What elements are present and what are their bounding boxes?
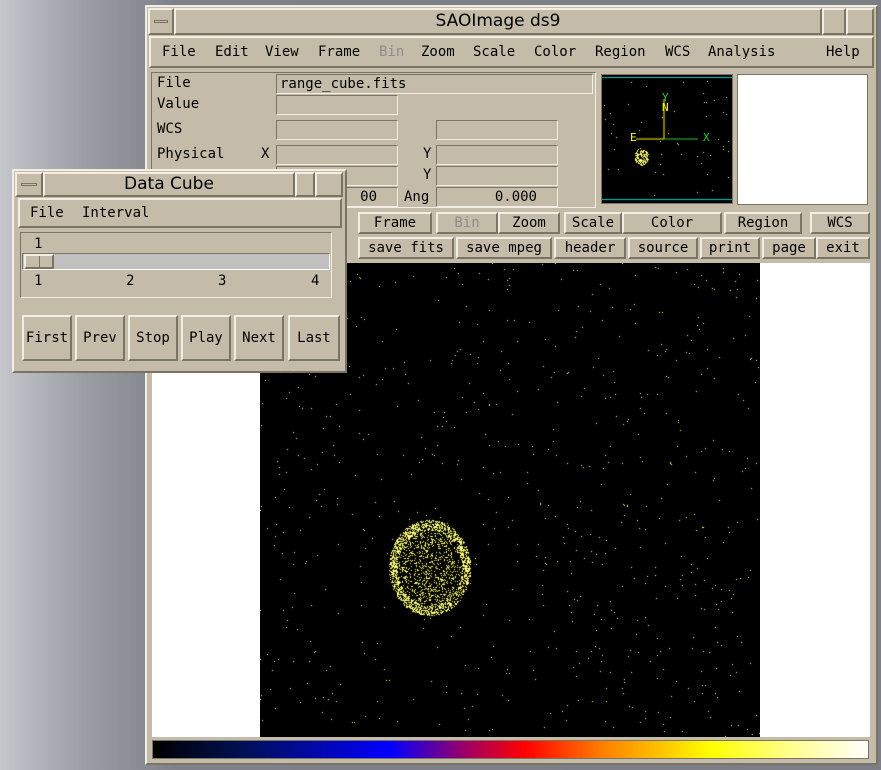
menu-analysis[interactable]: Analysis (708, 44, 775, 60)
button-region[interactable]: Region (724, 212, 802, 234)
menu-color[interactable]: Color (534, 44, 576, 60)
button-zoom[interactable]: Zoom (498, 212, 560, 234)
maximize-button[interactable] (846, 8, 874, 35)
menu-scale[interactable]: Scale (473, 44, 515, 60)
slider-tick: 2 (126, 273, 135, 289)
cube-title: Data Cube (43, 172, 295, 197)
cube-menu-interval[interactable]: Interval (82, 205, 149, 221)
button-wcs[interactable]: WCS (810, 212, 870, 234)
slider-track[interactable] (22, 253, 330, 270)
menu-help[interactable]: Help (826, 44, 860, 60)
slider-tick: 1 (34, 273, 43, 289)
cube-stop-button[interactable]: Stop (128, 315, 178, 361)
button-scale[interactable]: Scale (564, 212, 622, 234)
menu-bar: File Edit View Frame Bin Zoom Scale Colo… (149, 36, 874, 68)
slider-handle[interactable] (24, 254, 54, 269)
window-title: SAOImage ds9 (174, 8, 822, 35)
cube-prev-button[interactable]: Prev (75, 315, 125, 361)
button-header[interactable]: header (554, 237, 626, 259)
cube-menu-bar: File Interval (18, 198, 342, 228)
menu-zoom[interactable]: Zoom (421, 44, 455, 60)
wcs-y-field (436, 120, 558, 140)
menu-bin: Bin (379, 44, 405, 60)
wcs-label: WCS (157, 121, 183, 137)
value-label: Value (157, 96, 200, 112)
panner[interactable]: Y N E X (601, 74, 733, 204)
physical-x-label: X (261, 146, 270, 162)
cube-first-button[interactable]: First (22, 315, 72, 361)
menu-region[interactable]: Region (595, 44, 646, 60)
file-label: File (157, 75, 191, 91)
compass-n: N (662, 101, 669, 114)
image-y-label: Y (423, 167, 432, 183)
button-frame[interactable]: Frame (358, 212, 432, 234)
physical-y-field (436, 145, 558, 165)
button-print[interactable]: print (700, 237, 760, 259)
compass-e: E (630, 131, 637, 144)
menu-frame[interactable]: Frame (318, 44, 360, 60)
cube-menu-file[interactable]: File (30, 205, 64, 221)
magnifier (737, 74, 868, 205)
button-save-mpeg[interactable]: save mpeg (456, 237, 552, 259)
menu-edit[interactable]: Edit (215, 44, 249, 60)
menu-view[interactable]: View (265, 44, 299, 60)
button-source[interactable]: source (628, 237, 698, 259)
iconify-button[interactable] (822, 8, 846, 35)
wcs-x-field (276, 120, 398, 140)
file-field: range_cube.fits (276, 74, 593, 94)
cube-last-button[interactable]: Last (288, 315, 340, 361)
cube-iconify-button[interactable] (295, 172, 315, 197)
value-field (276, 95, 398, 115)
image-y-field (436, 166, 558, 186)
cube-maximize-button[interactable] (315, 172, 343, 197)
slider-tick: 4 (311, 273, 320, 289)
angle-label: Ang (404, 189, 430, 205)
menu-wcs[interactable]: WCS (665, 44, 690, 60)
cube-play-button[interactable]: Play (181, 315, 231, 361)
compass-x: X (703, 131, 710, 144)
button-color[interactable]: Color (622, 212, 722, 234)
colorbar[interactable] (152, 740, 869, 759)
button-exit[interactable]: exit (816, 237, 870, 259)
physical-label: Physical (157, 146, 225, 162)
slider-value: 1 (34, 236, 43, 252)
button-page[interactable]: page (762, 237, 816, 259)
menu-file[interactable]: File (162, 44, 196, 60)
cube-minimize-button[interactable] (15, 172, 43, 197)
physical-x-field (276, 145, 398, 165)
button-bin: Bin (436, 212, 498, 234)
cube-next-button[interactable]: Next (234, 315, 284, 361)
minimize-button[interactable] (148, 8, 174, 35)
angle-field: 0.000 (436, 187, 558, 207)
button-save-fits[interactable]: save fits (358, 237, 454, 259)
slider-tick: 3 (218, 273, 227, 289)
physical-y-label: Y (423, 146, 432, 162)
